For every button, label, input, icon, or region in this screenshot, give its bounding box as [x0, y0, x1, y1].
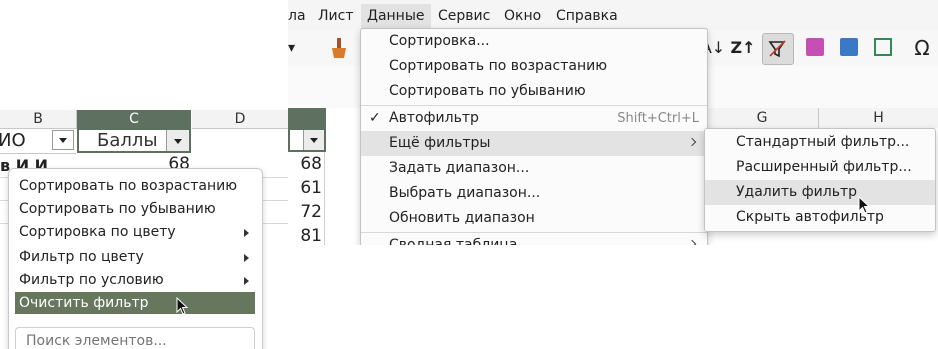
submenu-hide-autofilter[interactable]: Скрыть автофильтр: [705, 205, 935, 230]
dropdown-arrow-icon: [174, 138, 182, 144]
menu-help[interactable]: Справка: [550, 4, 624, 28]
image-icon[interactable]: [806, 38, 824, 56]
menu-item-label: Ещё фильтры: [389, 135, 491, 151]
menu-data[interactable]: Данные: [361, 4, 431, 29]
menu-partial[interactable]: ла: [288, 4, 312, 28]
menu-tools[interactable]: Сервис: [432, 4, 496, 28]
header-cell-c[interactable]: Баллы: [77, 128, 191, 153]
menu-item-sort[interactable]: Сортировка...: [361, 29, 707, 54]
menu-item-label: Обновить диапазон: [389, 210, 535, 226]
cell-value: 61: [300, 178, 322, 198]
popup-item-label: Сортировать по убыванию: [19, 201, 216, 217]
mouse-pointer-icon: [858, 196, 871, 214]
submenu-advanced-filter[interactable]: Расширенный фильтр...: [705, 155, 935, 180]
popup-sort-by-color[interactable]: Сортировка по цвету: [15, 221, 255, 243]
autofilter-dropdown-right[interactable]: [303, 130, 324, 150]
menu-window[interactable]: Окно: [498, 4, 547, 28]
submenu-remove-filter[interactable]: Удалить фильтр: [705, 180, 935, 205]
submenu-standard-filter[interactable]: Стандартный фильтр...: [705, 130, 935, 155]
popup-item-label: Сортировать по возрастанию: [19, 178, 237, 194]
popup-item-label: Фильтр по цвету: [19, 249, 144, 265]
search-input[interactable]: [24, 332, 248, 349]
column-header-g[interactable]: G: [706, 108, 819, 128]
libreoffice-window: ла Лист Данные Сервис Окно Справка ▾ A↓ …: [288, 0, 938, 245]
column-header-d[interactable]: D: [192, 110, 288, 129]
header-cell-b-text: ИО: [0, 130, 26, 151]
submenu-arrow-icon: [687, 137, 697, 147]
dropdown-arrow-icon: [310, 138, 318, 143]
more-filters-submenu: Стандартный фильтр... Расширенный фильтр…: [704, 128, 936, 232]
menu-item-label: Автофильтр: [389, 110, 479, 126]
menu-item-label: Удалить фильтр: [736, 184, 858, 200]
menu-item-label: Выбрать диапазон...: [389, 185, 541, 201]
popup-sort-descending[interactable]: Сортировать по убыванию: [15, 198, 255, 220]
menu-item-more-filters[interactable]: Ещё фильтры: [361, 131, 707, 156]
data-menu: Сортировка... Сортировать по возрастанию…: [360, 28, 708, 245]
chart-icon[interactable]: [840, 38, 858, 56]
header-cell-right[interactable]: [288, 128, 326, 152]
mouse-pointer-icon: [176, 297, 189, 315]
submenu-arrow-icon: [244, 229, 249, 237]
pivot-icon[interactable]: [874, 38, 892, 56]
cell-value: 68: [300, 154, 322, 174]
sort-ascending-icon[interactable]: Z↑: [730, 36, 756, 60]
popup-item-label: Сортировка по цвету: [19, 224, 176, 240]
menu-item-shortcut: Shift+Ctrl+L: [617, 111, 699, 126]
menu-item-define-range[interactable]: Задать диапазон...: [361, 156, 707, 181]
menubar: ла Лист Данные Сервис Окно Справка: [288, 0, 938, 30]
popup-item-label: Фильтр по условию: [19, 272, 164, 288]
toolbar-dropdown-partial[interactable]: ▾: [288, 40, 295, 56]
menu-item-label: Сводная таблица: [389, 237, 518, 245]
check-icon: ✓: [369, 110, 381, 126]
column-header-c[interactable]: C: [77, 110, 191, 128]
menu-item-sort-ascending[interactable]: Сортировать по возрастанию: [361, 54, 707, 79]
menu-item-label: Сортировать по убыванию: [389, 83, 586, 99]
menu-item-label: Стандартный фильтр...: [736, 134, 910, 150]
menu-item-label: Расширенный фильтр...: [736, 159, 912, 175]
menu-item-label: Задать диапазон...: [389, 160, 530, 176]
spreadsheet-autofilter-panel: B C D ИО Баллы в И И 68 Сортировать по в…: [0, 0, 288, 349]
autofilter-dropdown-b[interactable]: [52, 130, 74, 150]
popup-filter-by-color[interactable]: Фильтр по цвету: [15, 246, 255, 268]
menu-item-autofilter[interactable]: ✓ Автофильтр Shift+Ctrl+L: [361, 106, 707, 131]
autofilter-popup: Сортировать по возрастанию Сортировать п…: [8, 168, 263, 349]
submenu-arrow-icon: [244, 254, 249, 262]
dropdown-arrow-icon: [59, 138, 67, 143]
submenu-arrow-icon: [244, 277, 249, 285]
column-header-selected[interactable]: [288, 108, 326, 128]
gridline: [324, 152, 325, 245]
menu-item-label: Сортировать по возрастанию: [389, 58, 607, 74]
submenu-arrow-icon: [687, 239, 697, 245]
autofilter-button[interactable]: [762, 33, 794, 65]
search-field[interactable]: [15, 327, 255, 349]
header-cell-b[interactable]: ИО: [0, 129, 76, 154]
menu-item-refresh-range[interactable]: Обновить диапазон: [361, 206, 707, 231]
special-char-icon[interactable]: Ω: [910, 36, 934, 60]
popup-sort-ascending[interactable]: Сортировать по возрастанию: [15, 175, 255, 197]
popup-filter-by-condition[interactable]: Фильтр по условию: [15, 269, 255, 291]
clone-formatting-icon[interactable]: [328, 36, 350, 60]
menu-item-pivot-table[interactable]: Сводная таблица: [361, 233, 707, 245]
column-header-b[interactable]: B: [0, 110, 77, 129]
popup-clear-filter[interactable]: Очистить фильтр: [15, 292, 255, 314]
menu-sheet[interactable]: Лист: [312, 4, 359, 28]
cell-value: 72: [300, 202, 322, 222]
autofilter-dropdown-c[interactable]: [166, 130, 189, 151]
header-cell-c-text: Баллы: [97, 130, 158, 151]
menu-item-label: Сортировка...: [389, 33, 490, 49]
column-header-h[interactable]: H: [819, 108, 938, 128]
popup-item-label: Очистить фильтр: [19, 295, 149, 311]
menu-item-sort-descending[interactable]: Сортировать по убыванию: [361, 79, 707, 104]
autofilter-icon: [768, 40, 786, 58]
cell-value: 81: [300, 226, 322, 245]
menu-item-select-range[interactable]: Выбрать диапазон...: [361, 181, 707, 206]
